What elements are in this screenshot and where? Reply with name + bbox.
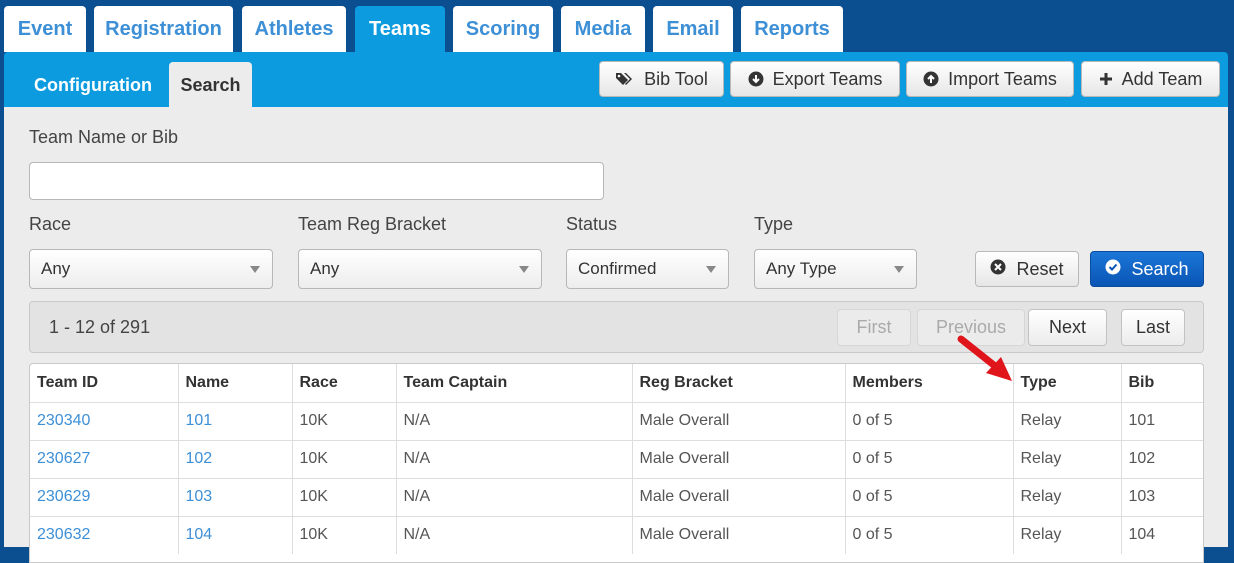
col-name[interactable]: Name [178, 364, 293, 403]
captain-cell: N/A [396, 401, 633, 440]
captain-cell: N/A [396, 477, 633, 516]
last-page-button[interactable]: Last [1121, 309, 1185, 346]
times-circle-icon [990, 259, 1006, 280]
first-page-button[interactable]: First [837, 309, 911, 346]
tab-email[interactable]: Email [653, 6, 733, 52]
type-select[interactable]: Any Type [754, 249, 917, 289]
tab-teams[interactable]: Teams [355, 6, 445, 52]
race-cell: 10K [292, 477, 397, 516]
search-button[interactable]: Search [1090, 251, 1204, 287]
upload-circle-icon [923, 71, 939, 87]
caret-down-icon [894, 266, 904, 273]
team-name-link[interactable]: 103 [178, 477, 293, 516]
team-name-link[interactable]: 102 [178, 439, 293, 478]
reset-button[interactable]: Reset [975, 251, 1079, 287]
bib-tool-button[interactable]: Bib Tool [599, 61, 724, 97]
members-cell: 0 of 5 [845, 515, 1014, 554]
table-row: 230629 103 10K N/A Male Overall 0 of 5 R… [30, 477, 1203, 516]
tab-media[interactable]: Media [561, 6, 645, 52]
reset-label: Reset [1016, 258, 1064, 279]
race-cell: 10K [292, 439, 397, 478]
result-count: 1 - 12 of 291 [49, 317, 151, 337]
members-cell: 0 of 5 [845, 401, 1014, 440]
add-team-label: Add Team [1121, 68, 1203, 89]
bracket-select-value: Any [310, 259, 340, 278]
bib-tool-label: Bib Tool [644, 68, 708, 89]
team-name-label: Team Name or Bib [29, 127, 179, 147]
team-name-input[interactable] [29, 162, 604, 200]
teams-table: Team ID Name Race Team Captain Reg Brack… [29, 363, 1204, 563]
tab-scoring[interactable]: Scoring [453, 6, 553, 52]
team-id-link[interactable]: 230340 [30, 401, 179, 440]
type-cell: Relay [1013, 439, 1122, 478]
status-label: Status [566, 214, 618, 234]
bracket-cell: Male Overall [632, 401, 846, 440]
export-teams-label: Export Teams [772, 68, 883, 89]
tab-athletes[interactable]: Athletes [242, 6, 346, 52]
add-team-button[interactable]: Add Team [1081, 61, 1220, 97]
captain-cell: N/A [396, 439, 633, 478]
col-type[interactable]: Type [1013, 364, 1122, 403]
team-id-link[interactable]: 230627 [30, 439, 179, 478]
col-bib[interactable]: Bib [1121, 364, 1203, 403]
status-select-value: Confirmed [578, 259, 657, 278]
table-row: 230632 104 10K N/A Male Overall 0 of 5 R… [30, 515, 1203, 554]
search-panel: Team Name or Bib Race Team Reg Bracket S… [4, 107, 1228, 563]
check-circle-icon [1105, 259, 1121, 280]
bracket-cell: Male Overall [632, 515, 846, 554]
caret-down-icon [519, 266, 529, 273]
team-id-link[interactable]: 230629 [30, 477, 179, 516]
next-page-button[interactable]: Next [1028, 309, 1107, 346]
caret-down-icon [250, 266, 260, 273]
col-team-id[interactable]: Team ID [30, 364, 179, 403]
col-reg-bracket[interactable]: Reg Bracket [632, 364, 846, 403]
caret-down-icon [706, 266, 716, 273]
team-name-link[interactable]: 104 [178, 515, 293, 554]
col-race[interactable]: Race [292, 364, 397, 403]
race-cell: 10K [292, 515, 397, 554]
type-cell: Relay [1013, 515, 1122, 554]
download-circle-icon [748, 71, 764, 87]
bracket-cell: Male Overall [632, 477, 846, 516]
type-select-value: Any Type [766, 259, 837, 278]
team-name-link[interactable]: 101 [178, 401, 293, 440]
export-teams-button[interactable]: Export Teams [730, 61, 900, 97]
type-label: Type [754, 214, 794, 234]
tab-reports[interactable]: Reports [741, 6, 843, 52]
team-id-link[interactable]: 230632 [30, 515, 179, 554]
members-cell: 0 of 5 [845, 477, 1014, 516]
search-label: Search [1131, 258, 1189, 279]
type-cell: Relay [1013, 477, 1122, 516]
captain-cell: N/A [396, 515, 633, 554]
col-team-captain[interactable]: Team Captain [396, 364, 633, 403]
race-select-value: Any [41, 259, 71, 278]
table-header-row: Team ID Name Race Team Captain Reg Brack… [30, 364, 1203, 403]
members-cell: 0 of 5 [845, 439, 1014, 478]
bib-cell: 102 [1121, 439, 1203, 478]
subtab-search[interactable]: Search [169, 62, 252, 108]
pager-bar: 1 - 12 of 291 First Previous Next Last [29, 301, 1204, 353]
race-label: Race [29, 214, 72, 234]
tab-event[interactable]: Event [4, 6, 86, 52]
sub-nav-band: Configuration Search Bib Tool Export Tea… [4, 52, 1228, 108]
bib-cell: 101 [1121, 401, 1203, 440]
bracket-select[interactable]: Any [298, 249, 542, 289]
import-teams-button[interactable]: Import Teams [906, 61, 1074, 97]
table-row: 230340 101 10K N/A Male Overall 0 of 5 R… [30, 401, 1203, 440]
bracket-label: Team Reg Bracket [298, 214, 447, 234]
status-select[interactable]: Confirmed [566, 249, 729, 289]
red-arrow-annotation [957, 335, 1012, 381]
race-select[interactable]: Any [29, 249, 273, 289]
bracket-cell: Male Overall [632, 439, 846, 478]
tags-icon [615, 71, 635, 87]
tab-registration[interactable]: Registration [94, 6, 233, 52]
race-cell: 10K [292, 401, 397, 440]
type-cell: Relay [1013, 401, 1122, 440]
bib-cell: 103 [1121, 477, 1203, 516]
bib-cell: 104 [1121, 515, 1203, 554]
plus-icon [1099, 72, 1113, 86]
import-teams-label: Import Teams [948, 68, 1057, 89]
subtab-configuration[interactable]: Configuration [20, 62, 166, 108]
table-row: 230627 102 10K N/A Male Overall 0 of 5 R… [30, 439, 1203, 478]
